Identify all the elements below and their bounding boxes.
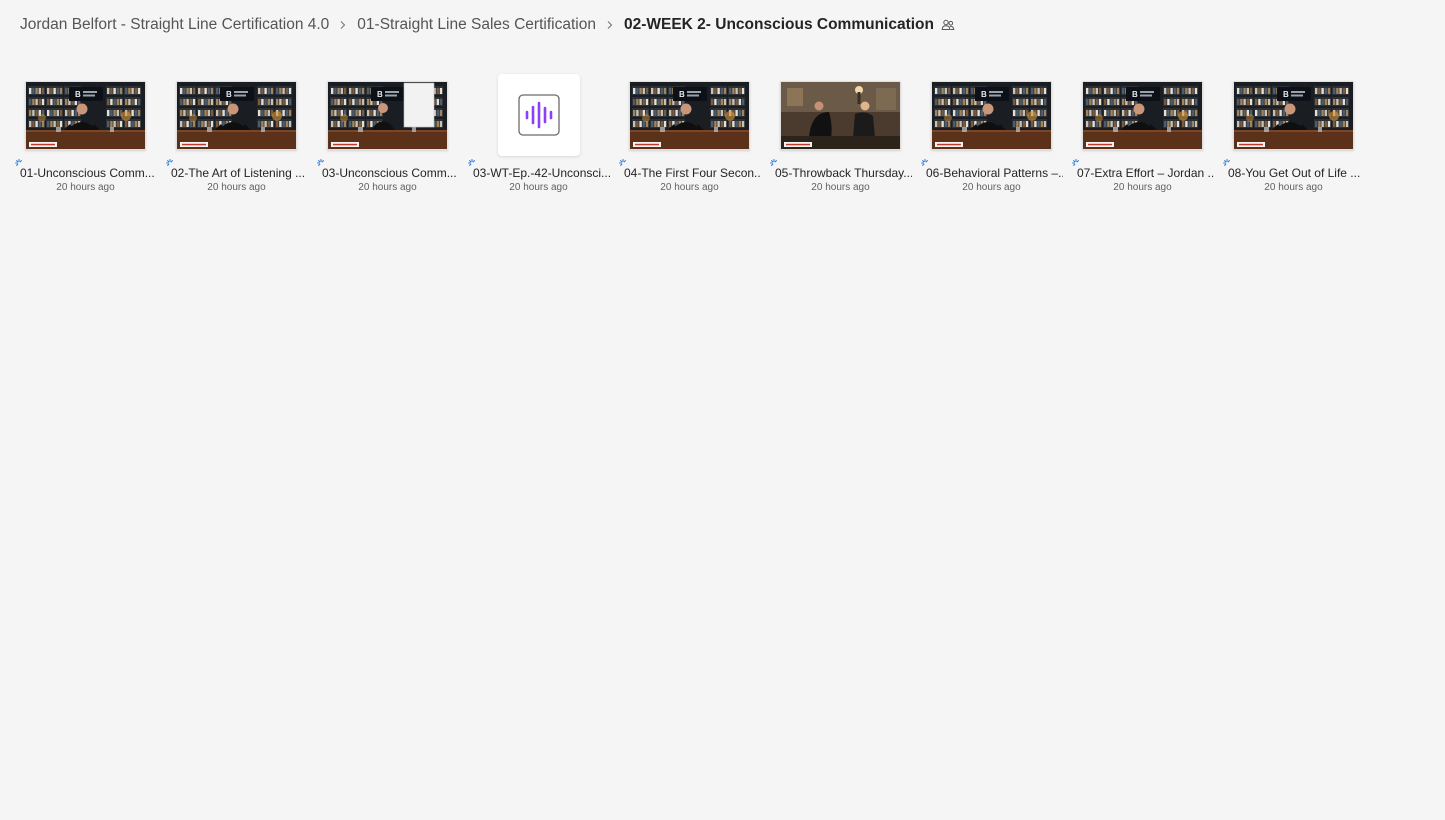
video-thumbnail: B xyxy=(176,80,297,150)
file-name: 05-Throwback Thursday... xyxy=(775,166,912,180)
file-name: 08-You Get Out of Life ... xyxy=(1228,166,1361,180)
file-tile[interactable]: B 04-The First Four Secon... 20 hours ago xyxy=(614,70,765,200)
file-thumbnail-wrapper: B xyxy=(161,70,312,160)
video-thumbnail: B xyxy=(629,80,750,150)
file-modified-time: 20 hours ago xyxy=(1113,182,1172,193)
file-name: 06-Behavioral Patterns –... xyxy=(926,166,1063,180)
file-name: 03-Unconscious Comm... xyxy=(322,166,457,180)
svg-text:B: B xyxy=(377,90,383,99)
file-tile[interactable]: B 06-Behavioral Patterns –... 20 hours ago xyxy=(916,70,1067,200)
svg-text:B: B xyxy=(1132,90,1138,99)
breadcrumb: Jordan Belfort - Straight Line Certifica… xyxy=(20,14,955,36)
file-thumbnail-wrapper xyxy=(765,70,916,160)
breadcrumb-item-root[interactable]: Jordan Belfort - Straight Line Certifica… xyxy=(20,14,329,36)
file-tile[interactable]: 03-WT-Ep.-42-Unconsci... 20 hours ago xyxy=(463,70,614,200)
file-tile[interactable]: B 07-Extra Effort – Jordan ... 20 hours ag… xyxy=(1067,70,1218,200)
file-tile[interactable]: 05-Throwback Thursday... 20 hours ago xyxy=(765,70,916,200)
breadcrumb-item-current: 02-WEEK 2- Unconscious Communication xyxy=(623,16,934,33)
breadcrumb-item-parent[interactable]: 01-Straight Line Sales Certification xyxy=(357,14,596,36)
file-name: 07-Extra Effort – Jordan ... xyxy=(1077,166,1214,180)
file-tile[interactable]: B 02-The Art of Listening ... 20 hours ago xyxy=(161,70,312,200)
shared-people-icon[interactable] xyxy=(941,18,955,32)
file-thumbnail-wrapper xyxy=(463,70,614,160)
file-thumbnail-wrapper: B xyxy=(10,70,161,160)
file-name: 03-WT-Ep.-42-Unconsci... xyxy=(473,166,610,180)
file-explorer-page: Jordan Belfort - Straight Line Certifica… xyxy=(0,0,1445,820)
chevron-right-icon xyxy=(338,20,348,30)
svg-text:B: B xyxy=(679,90,685,99)
file-modified-time: 20 hours ago xyxy=(811,182,870,193)
file-grid: B 01-Unconscious Comm... 20 hours ago B 02-T… xyxy=(10,70,1369,200)
file-modified-time: 20 hours ago xyxy=(56,182,115,193)
file-thumbnail-wrapper: B xyxy=(916,70,1067,160)
video-thumbnail: B xyxy=(327,80,448,150)
audio-file-thumbnail xyxy=(497,74,580,156)
file-modified-time: 20 hours ago xyxy=(962,182,1021,193)
chevron-right-icon xyxy=(605,20,615,30)
file-name: 04-The First Four Secon... xyxy=(624,166,761,180)
file-thumbnail-wrapper: B xyxy=(1067,70,1218,160)
file-tile[interactable]: B 03-Unconscious Comm... 20 hours ago xyxy=(312,70,463,200)
file-name: 01-Unconscious Comm... xyxy=(20,166,155,180)
video-thumbnail: B xyxy=(25,80,146,150)
svg-text:B: B xyxy=(1283,90,1289,99)
video-thumbnail: B xyxy=(931,80,1052,150)
file-thumbnail-wrapper: B xyxy=(312,70,463,160)
video-thumbnail: B xyxy=(1233,80,1354,150)
file-name: 02-The Art of Listening ... xyxy=(171,166,306,180)
file-thumbnail-wrapper: B xyxy=(614,70,765,160)
file-modified-time: 20 hours ago xyxy=(207,182,266,193)
video-thumbnail xyxy=(780,80,901,150)
file-modified-time: 20 hours ago xyxy=(509,182,568,193)
svg-text:B: B xyxy=(226,90,232,99)
file-thumbnail-wrapper: B xyxy=(1218,70,1369,160)
file-modified-time: 20 hours ago xyxy=(358,182,417,193)
video-thumbnail: B xyxy=(1082,80,1203,150)
file-tile[interactable]: B 08-You Get Out of Life ... 20 hours ago xyxy=(1218,70,1369,200)
file-modified-time: 20 hours ago xyxy=(660,182,719,193)
svg-text:B: B xyxy=(981,90,987,99)
audio-waveform-icon xyxy=(517,94,560,136)
file-modified-time: 20 hours ago xyxy=(1264,182,1323,193)
file-tile[interactable]: B 01-Unconscious Comm... 20 hours ago xyxy=(10,70,161,200)
svg-text:B: B xyxy=(75,90,81,99)
